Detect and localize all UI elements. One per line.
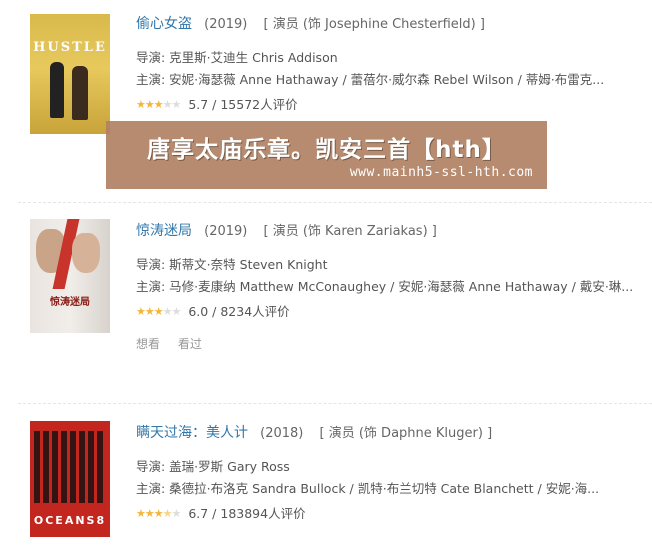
movie-info: 瞒天过海：美人计 (2018) [ 演员 (饰 Daphne Kluger) ]… (136, 424, 634, 523)
movie-title-link[interactable]: 瞒天过海：美人计 (136, 425, 248, 441)
movie-cast: 主演: 马修·麦康纳 Matthew McConaughey / 安妮·海瑟薇 … (136, 279, 634, 294)
divider (18, 202, 652, 203)
movie-poster[interactable]: 惊涛迷局 (30, 219, 110, 333)
title-line: 偷心女盗 (2019) [ 演员 (饰 Josephine Chesterfie… (136, 15, 634, 34)
movie-role: [ 演员 (饰 Josephine Chesterfield) ] (263, 17, 485, 32)
rating-row: ★★★★★ 5.7 / 15572人评价 (136, 96, 634, 114)
movie-director: 导演: 斯蒂文·奈特 Steven Knight (136, 257, 328, 272)
action-links: 想看 看过 (136, 335, 634, 353)
watermark-banner: 唐享太庙乐章。凯安三首【hth】 www.mainh5-ssl-hth.com (106, 121, 547, 189)
watermark-url-text: www.mainh5-ssl-hth.com (349, 165, 533, 180)
rating-stars-icon: ★★★★★ (136, 507, 181, 520)
rating-stars-icon: ★★★★★ (136, 305, 181, 318)
poster-title-text: HUSTLE (33, 40, 107, 55)
movie-year: (2018) (260, 426, 304, 441)
movie-director: 导演: 克里斯·艾迪生 Chris Addison (136, 50, 338, 65)
poster-title-text: OCEANS8 (33, 514, 107, 527)
movie-year: (2019) (204, 224, 248, 239)
poster-title-text: 惊涛迷局 (50, 297, 90, 308)
poster-figure (50, 62, 64, 118)
poster-figure (34, 431, 106, 503)
rating-text: 5.7 / 15572人评价 (188, 97, 298, 112)
movie-year: (2019) (204, 17, 248, 32)
movie-cast: 主演: 桑德拉·布洛克 Sandra Bullock / 凯特·布兰切特 Cat… (136, 481, 600, 496)
divider (18, 403, 652, 404)
want-to-watch-link[interactable]: 想看 (136, 337, 160, 351)
poster-figure (72, 66, 88, 120)
movie-director: 导演: 盖瑞·罗斯 Gary Ross (136, 459, 290, 474)
title-line: 瞒天过海：美人计 (2018) [ 演员 (饰 Daphne Kluger) ] (136, 424, 634, 443)
rating-row: ★★★★★ 6.7 / 183894人评价 (136, 505, 634, 523)
watermark-main-text: 唐享太庙乐章。凯安三首【hth】 (147, 137, 506, 163)
rating-stars-icon: ★★★★★ (136, 98, 181, 111)
poster-figure (72, 233, 100, 273)
movie-poster[interactable]: OCEANS8 (30, 421, 110, 537)
movie-cast: 主演: 安妮·海瑟薇 Anne Hathaway / 蕾蓓尔·威尔森 Rebel… (136, 72, 605, 87)
movie-title-link[interactable]: 惊涛迷局 (136, 223, 192, 239)
movie-info: 偷心女盗 (2019) [ 演员 (饰 Josephine Chesterfie… (136, 15, 634, 114)
rating-row: ★★★★★ 6.0 / 8234人评价 (136, 303, 634, 321)
movie-title-link[interactable]: 偷心女盗 (136, 16, 192, 32)
movie-info: 惊涛迷局 (2019) [ 演员 (饰 Karen Zariakas) ] 导演… (136, 222, 634, 353)
movie-poster[interactable]: HUSTLE (30, 14, 110, 134)
movie-role: [ 演员 (饰 Daphne Kluger) ] (319, 426, 493, 441)
watched-link[interactable]: 看过 (178, 337, 202, 351)
rating-text: 6.0 / 8234人评价 (188, 304, 290, 319)
rating-text: 6.7 / 183894人评价 (188, 506, 306, 521)
title-line: 惊涛迷局 (2019) [ 演员 (饰 Karen Zariakas) ] (136, 222, 634, 241)
movie-role: [ 演员 (饰 Karen Zariakas) ] (263, 224, 437, 239)
